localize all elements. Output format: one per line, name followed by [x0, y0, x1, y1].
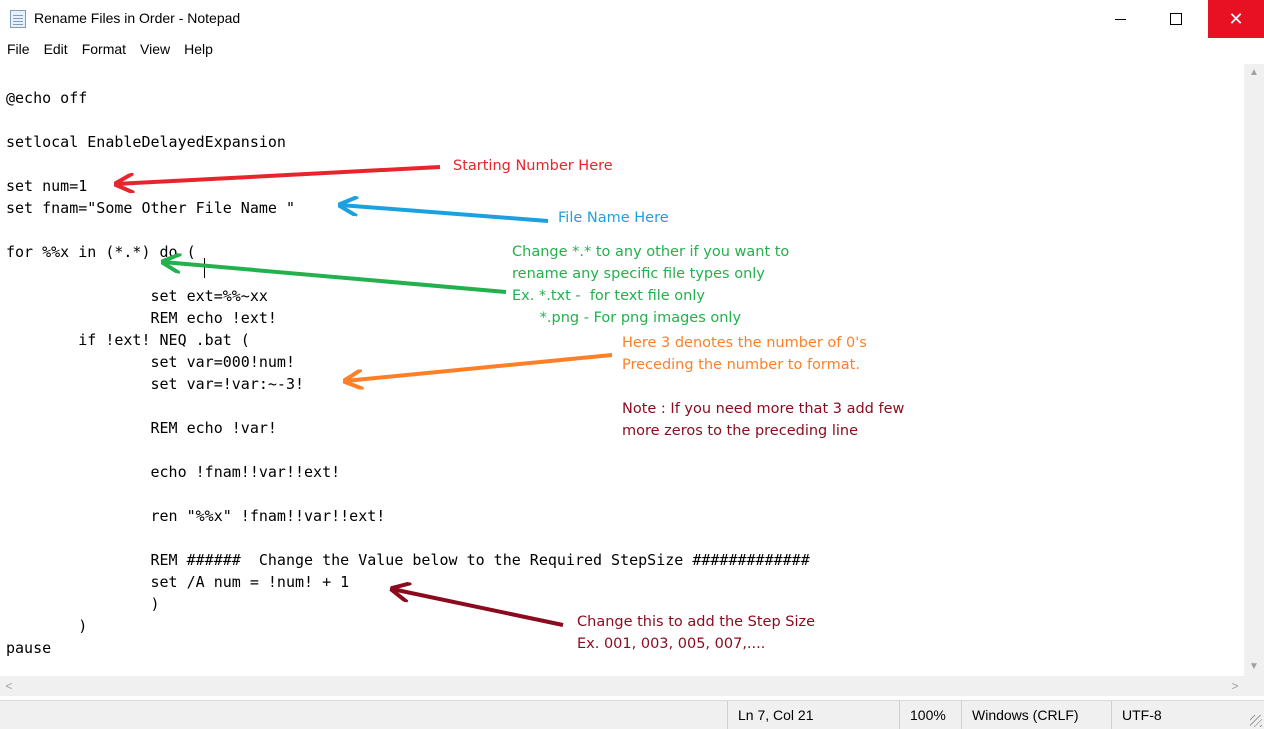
maximize-icon	[1170, 13, 1182, 25]
annotation-note: Note : If you need more that 3 add few m…	[622, 401, 905, 439]
status-position: Ln 7, Col 21	[727, 701, 899, 729]
status-bar: Ln 7, Col 21 100% Windows (CRLF) UTF-8	[0, 700, 1264, 729]
scroll-left-icon[interactable]: <	[0, 676, 18, 696]
status-encoding: UTF-8	[1111, 701, 1264, 729]
arrow-starting-number	[116, 165, 441, 184]
resize-grip-icon[interactable]	[1250, 715, 1262, 727]
window-title: Rename Files in Order - Notepad	[34, 10, 241, 26]
menu-view[interactable]: View	[133, 38, 177, 62]
horizontal-scrollbar[interactable]: < >	[0, 676, 1244, 696]
close-icon: ✕	[1228, 8, 1244, 29]
menu-bar: File Edit Format View Help	[0, 38, 220, 62]
arrow-file-types	[163, 262, 507, 294]
annotation-file-types: Change *.* to any other if you want to r…	[512, 244, 790, 326]
notepad-icon	[10, 10, 26, 28]
text-editor[interactable]: @echo off setlocal EnableDelayedExpansio…	[0, 64, 1244, 676]
menu-format[interactable]: Format	[75, 38, 133, 62]
annotation-file-name: File Name Here	[558, 210, 669, 226]
arrow-number-format	[345, 353, 613, 381]
title-bar: Rename Files in Order - Notepad ✕	[0, 0, 1264, 38]
scrollbar-corner	[1244, 676, 1264, 696]
menu-help[interactable]: Help	[177, 38, 220, 62]
minimize-icon	[1114, 18, 1126, 20]
scroll-down-icon[interactable]: ▼	[1244, 658, 1264, 676]
scroll-right-icon[interactable]: >	[1226, 676, 1244, 696]
vertical-scrollbar[interactable]: ▲ ▼	[1244, 64, 1264, 676]
minimize-button[interactable]	[1092, 0, 1148, 38]
close-button[interactable]: ✕	[1208, 0, 1264, 38]
status-zoom: 100%	[899, 701, 961, 729]
annotation-starting-number: Starting Number Here	[453, 158, 613, 174]
maximize-button[interactable]	[1148, 0, 1204, 38]
menu-file[interactable]: File	[0, 38, 37, 62]
menu-edit[interactable]: Edit	[37, 38, 75, 62]
annotation-zero-padding: Here 3 denotes the number of 0's Precedi…	[622, 335, 867, 373]
arrow-step-size	[392, 589, 564, 627]
annotation-step-size: Change this to add the Step Size Ex. 001…	[577, 614, 816, 652]
scroll-up-icon[interactable]: ▲	[1244, 64, 1264, 82]
arrow-file-name	[340, 205, 549, 223]
status-line-ending: Windows (CRLF)	[961, 701, 1111, 729]
